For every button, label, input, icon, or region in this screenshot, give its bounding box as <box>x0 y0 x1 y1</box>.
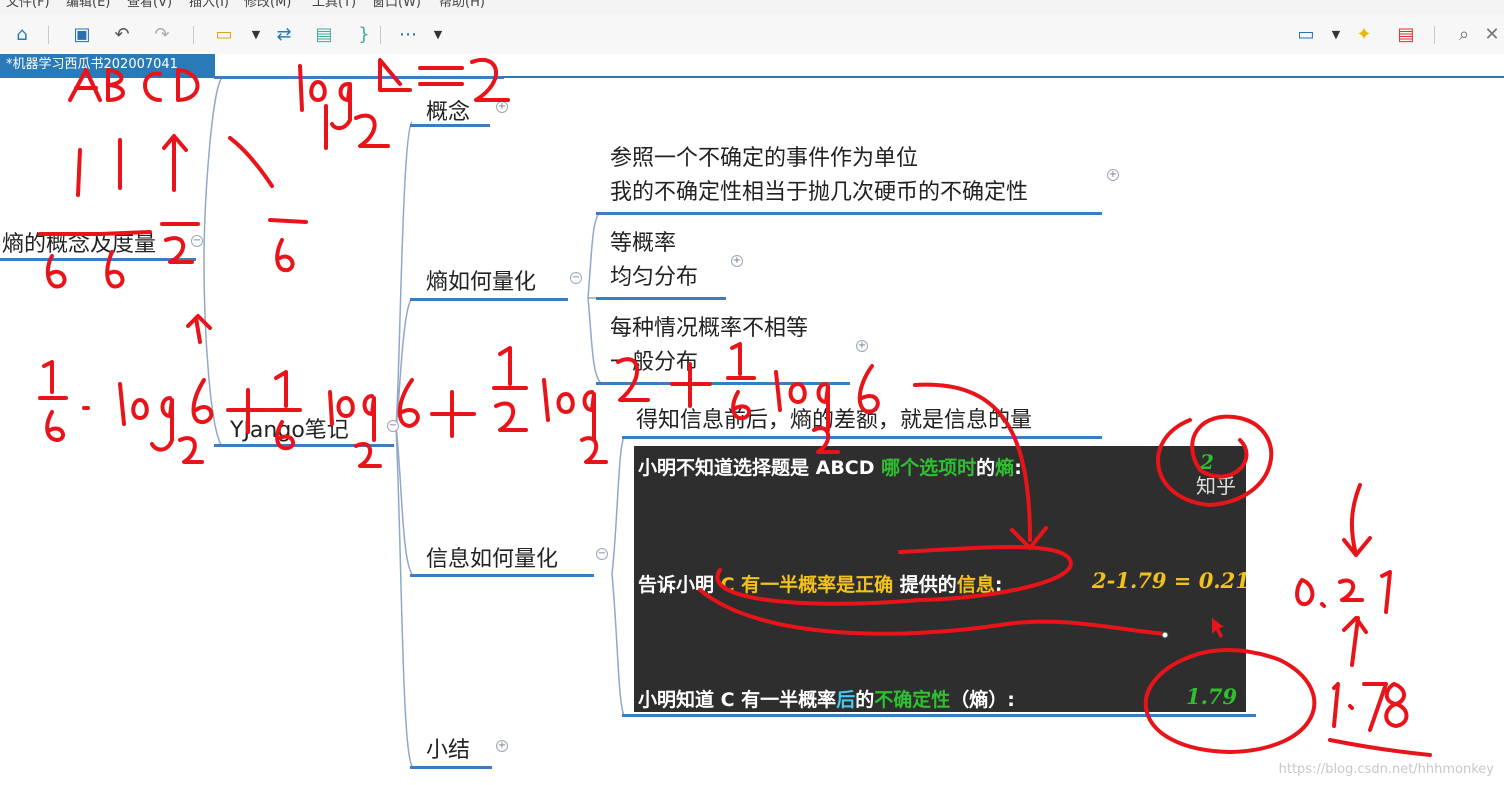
handwriting-overlay <box>38 58 1432 757</box>
watermark: https://blog.csdn.net/hhhmonkey <box>1278 762 1494 777</box>
